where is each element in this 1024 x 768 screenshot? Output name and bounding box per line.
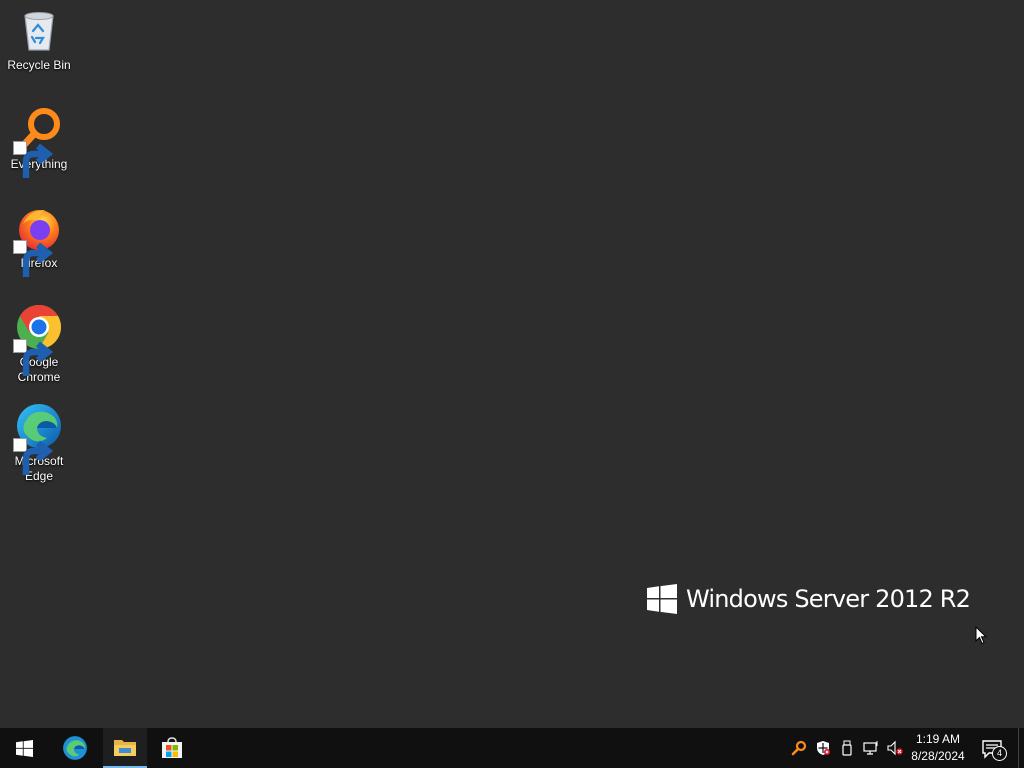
action-center-button[interactable]: 4 (981, 738, 1007, 761)
taskbar-edge-button[interactable] (53, 728, 97, 768)
recycle-bin-icon (15, 6, 63, 54)
os-watermark: Windows Server 2012 R2 (647, 584, 971, 614)
taskbar-file-explorer-button[interactable] (103, 728, 147, 768)
notification-count-badge: 4 (992, 746, 1007, 761)
desktop-icon-chrome[interactable]: Google Chrome (4, 303, 74, 385)
store-icon (162, 737, 182, 758)
desktop-icon-recycle-bin[interactable]: Recycle Bin (4, 6, 74, 73)
edge-icon (63, 736, 87, 760)
clock-time: 1:19 AM (915, 732, 961, 746)
chrome-icon (13, 303, 63, 376)
desktop-icon-edge[interactable]: Microsoft Edge (4, 402, 74, 484)
firefox-icon (13, 204, 63, 277)
shortcut-arrow-icon (13, 438, 54, 475)
usb-device-icon[interactable] (839, 740, 855, 756)
everything-icon (13, 105, 63, 178)
network-icon[interactable] (863, 740, 879, 756)
everything-tray-icon[interactable] (791, 740, 807, 756)
shortcut-arrow-icon (13, 339, 54, 376)
edge-icon (13, 402, 63, 475)
defender-shield-icon[interactable] (815, 740, 831, 756)
clock-date: 8/28/2024 (911, 749, 965, 763)
taskbar: 1:19 AM 8/28/2024 4 (0, 728, 1024, 768)
windows-logo-icon (647, 584, 677, 614)
recycle-bin-label: Recycle Bin (7, 58, 71, 72)
mouse-cursor-icon (975, 626, 987, 645)
shortcut-arrow-icon (13, 240, 54, 277)
volume-muted-icon[interactable] (887, 740, 903, 756)
start-button[interactable] (2, 728, 46, 768)
desktop-icon-firefox[interactable]: Firefox (4, 204, 74, 277)
shortcut-arrow-icon (13, 141, 54, 178)
folder-icon (114, 740, 136, 756)
watermark-text: Windows Server 2012 R2 (686, 585, 971, 613)
taskbar-store-button[interactable] (150, 728, 194, 768)
windows-logo-icon (15, 739, 33, 757)
show-desktop-button[interactable] (1018, 728, 1024, 768)
taskbar-clock[interactable]: 1:19 AM 8/28/2024 (906, 731, 970, 765)
desktop: Recycle Bin Everything Firefox Google Ch… (0, 0, 1024, 728)
desktop-icon-everything[interactable]: Everything (4, 105, 74, 178)
